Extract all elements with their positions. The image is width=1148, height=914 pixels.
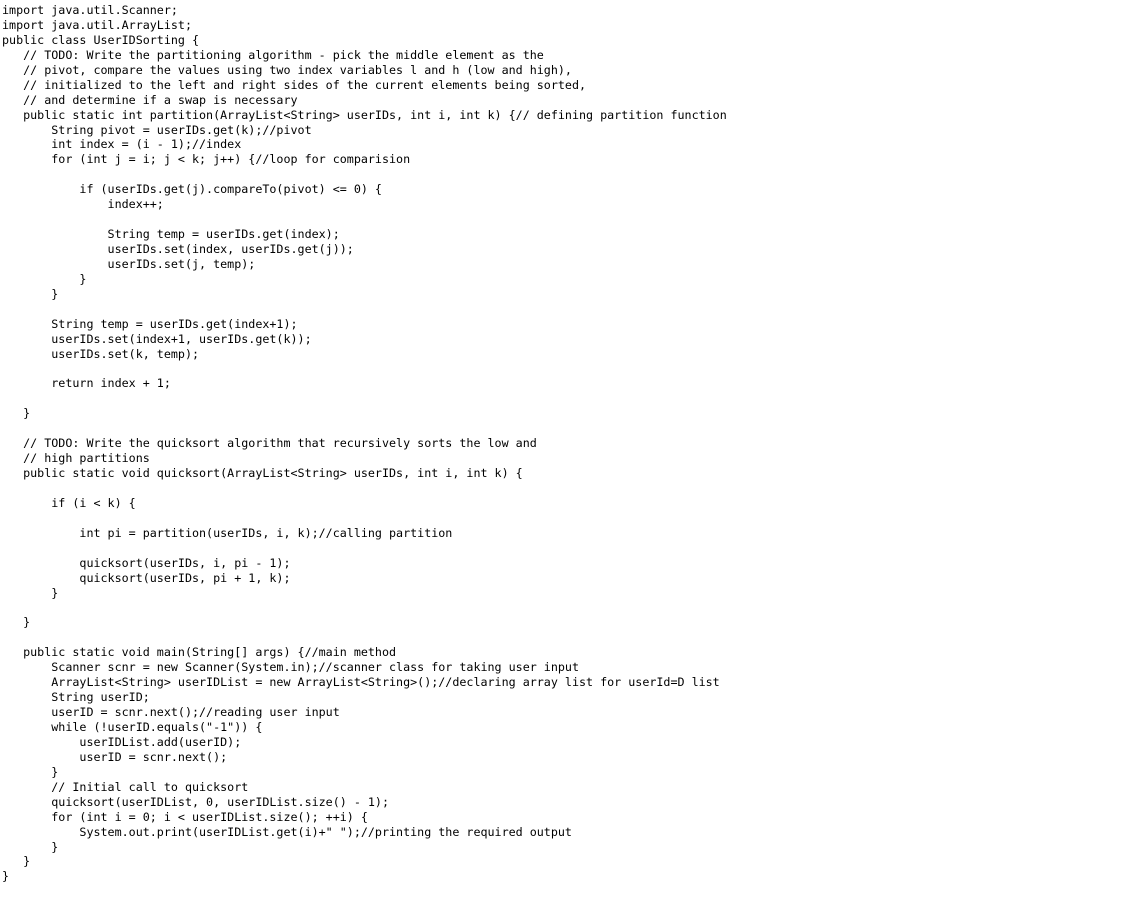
code-line: String userID;: [2, 690, 150, 705]
code-line: userID = scnr.next();//reading user inpu…: [2, 705, 340, 720]
code-line: }: [2, 585, 59, 600]
code-line: }: [2, 854, 31, 869]
code-line: quicksort(userIDs, pi + 1, k);: [2, 570, 291, 585]
code-line: index++;: [2, 197, 164, 212]
code-line: // initialized to the left and right sid…: [2, 77, 587, 92]
code-line: }: [2, 615, 31, 630]
code-line: // TODO: Write the partitioning algorith…: [2, 47, 544, 62]
code-line: // pivot, compare the values using two i…: [2, 62, 572, 77]
code-line: System.out.print(userIDList.get(i)+" ");…: [2, 824, 572, 839]
code-line: userIDs.set(index+1, userIDs.get(k));: [2, 331, 312, 346]
code-line: return index + 1;: [2, 376, 171, 391]
code-line: if (i < k) {: [2, 495, 136, 510]
code-line: while (!userID.equals("-1")) {: [2, 720, 263, 734]
code-line: userIDs.set(j, temp);: [2, 256, 256, 271]
code-line: String pivot = userIDs.get(k);//pivot: [2, 122, 312, 137]
code-line: if (userIDs.get(j).compareTo(pivot) <= 0…: [2, 182, 382, 197]
code-line: quicksort(userIDs, i, pi - 1);: [2, 555, 291, 570]
code-line: // TODO: Write the quicksort algorithm t…: [2, 436, 537, 451]
code-line: // Initial call to quicksort: [2, 779, 249, 794]
code-line: public class UserIDSorting {: [2, 32, 200, 47]
code-line: int pi = partition(userIDs, i, k);//call…: [2, 525, 453, 540]
code-line: }: [2, 839, 59, 854]
code-line: String temp = userIDs.get(index);: [2, 227, 340, 242]
code-line: ArrayList<String> userIDList = new Array…: [2, 675, 720, 690]
code-line: userID = scnr.next();: [2, 749, 228, 764]
code-line: userIDList.add(userID);: [2, 734, 242, 749]
code-line: int index = (i - 1);//index: [2, 137, 242, 152]
code-line: }: [2, 406, 31, 421]
code-line: // and determine if a swap is necessary: [2, 92, 298, 107]
code-line: userIDs.set(index, userIDs.get(j));: [2, 242, 354, 256]
code-viewer: import java.util.Scanner; import java.uti…: [0, 0, 1148, 914]
code-line: import java.util.Scanner;: [2, 3, 178, 17]
code-line: }: [2, 271, 87, 286]
code-line: public static void quicksort(ArrayList<S…: [2, 466, 523, 481]
code-line: public static int partition(ArrayList<St…: [2, 107, 727, 122]
code-line: }: [2, 869, 10, 884]
code-line: }: [2, 286, 59, 301]
code-line: public static void main(String[] args) {…: [2, 645, 397, 660]
code-line: }: [2, 764, 59, 779]
code-line: Scanner scnr = new Scanner(System.in);//…: [2, 660, 579, 675]
code-line: String temp = userIDs.get(index+1);: [2, 316, 298, 331]
code-line: for (int j = i; j < k; j++) {//loop for …: [2, 152, 411, 167]
code-line: // high partitions: [2, 451, 150, 466]
code-line: for (int i = 0; i < userIDList.size(); +…: [2, 809, 368, 824]
code-line: import java.util.ArrayList;: [2, 17, 192, 32]
code-listing: import java.util.Scanner; import java.uti…: [2, 3, 727, 884]
code-line: quicksort(userIDList, 0, userIDList.size…: [2, 794, 390, 809]
code-line: userIDs.set(k, temp);: [2, 346, 200, 361]
